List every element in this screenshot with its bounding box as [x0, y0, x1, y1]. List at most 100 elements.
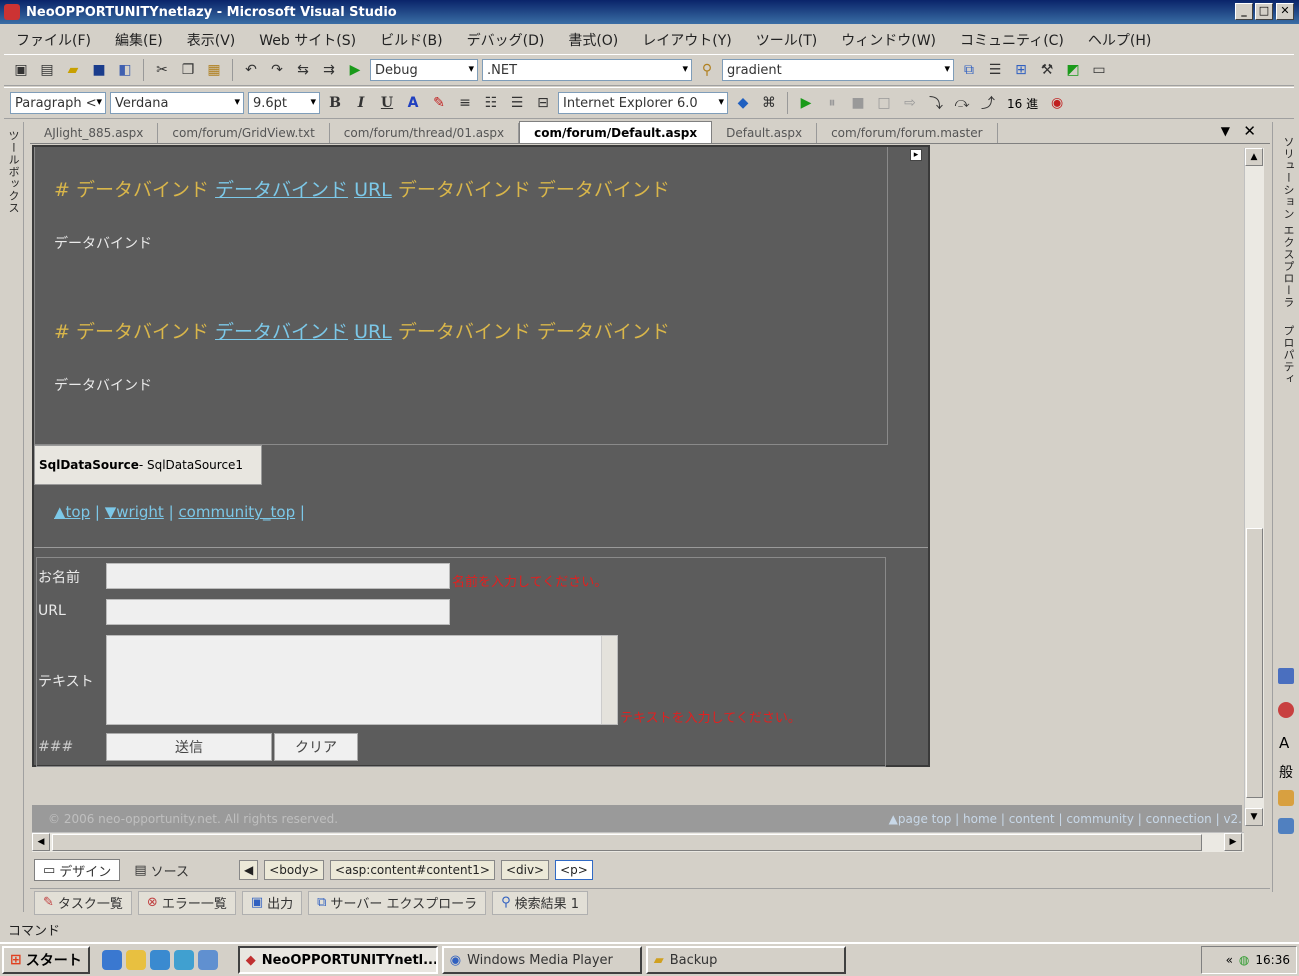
page-design-canvas[interactable]: ▸ # データバインド データバインド URL データバインド データバインド …	[32, 145, 930, 767]
toolbox-strip[interactable]: ツールボックス	[0, 122, 24, 912]
add-item-icon[interactable]: ▤	[36, 59, 58, 81]
close-tab-icon[interactable]: ✕	[1243, 122, 1256, 140]
scroll-up-icon[interactable]: ▲	[1245, 148, 1263, 166]
continue-icon[interactable]: ▶	[795, 92, 817, 114]
show-next-icon[interactable]: ⇨	[899, 92, 921, 114]
url-input[interactable]	[106, 599, 450, 625]
tab-ajlight[interactable]: AJlight_885.aspx	[30, 123, 159, 143]
menu-community[interactable]: コミュニティ(C)	[950, 30, 1074, 50]
nav-top-link[interactable]: ▲top	[54, 503, 90, 521]
ie-icon[interactable]	[101, 950, 122, 970]
nav-community-link[interactable]: community_top	[178, 503, 295, 521]
bold-icon[interactable]: B	[324, 92, 346, 114]
hex-display-label[interactable]: 16 進	[1003, 95, 1042, 112]
close-button[interactable]: ✕	[1276, 3, 1294, 20]
step-out-icon[interactable]: ⤴	[977, 92, 999, 114]
textarea-scrollbar[interactable]	[601, 636, 617, 724]
error-list-tab[interactable]: ⊗ エラー一覧	[137, 890, 236, 915]
copy-icon[interactable]: ❐	[177, 59, 199, 81]
name-input[interactable]	[106, 563, 450, 589]
restart-icon[interactable]: □	[873, 92, 895, 114]
menu-edit[interactable]: 編集(E)	[105, 30, 173, 50]
headline-url-link[interactable]: URL	[354, 321, 392, 343]
italic-icon[interactable]: I	[350, 92, 372, 114]
tab-gridview[interactable]: com/forum/GridView.txt	[158, 123, 330, 143]
menu-tools[interactable]: ツール(T)	[746, 30, 827, 50]
tab-default[interactable]: Default.aspx	[712, 123, 818, 143]
undo-icon[interactable]: ↶	[240, 59, 262, 81]
properties-tab[interactable]: プロパティ	[1280, 325, 1296, 385]
menu-format[interactable]: 書式(O)	[558, 30, 628, 50]
resource-view-icon[interactable]: A	[1279, 734, 1289, 752]
maximize-button[interactable]: □	[1255, 3, 1273, 20]
minimize-button[interactable]: _	[1235, 3, 1253, 20]
nav-wright-link[interactable]: ▼wright	[105, 503, 164, 521]
menu-debug[interactable]: デバッグ(D)	[457, 30, 555, 50]
step-over-icon[interactable]: ⤼	[951, 92, 973, 114]
open-file-icon[interactable]: ▰	[62, 59, 84, 81]
tab-forum-master[interactable]: com/forum/forum.master	[817, 123, 998, 143]
output-tab[interactable]: ▣ 出力	[241, 890, 303, 915]
tab-forum-default[interactable]: com/forum/Default.aspx	[519, 121, 713, 143]
font-color-icon[interactable]: A	[402, 92, 424, 114]
menu-layout[interactable]: レイアウト(Y)	[632, 30, 741, 50]
class-view-icon[interactable]	[1278, 702, 1294, 718]
paste-icon[interactable]: ▦	[203, 59, 225, 81]
numbered-list-icon[interactable]: ☰	[506, 92, 528, 114]
menu-help[interactable]: ヘルプ(H)	[1078, 30, 1161, 50]
underline-icon[interactable]: U	[376, 92, 398, 114]
toolbox-label[interactable]: ツールボックス	[5, 130, 21, 214]
clock[interactable]: 16:36	[1255, 953, 1290, 967]
menu-file[interactable]: ファイル(F)	[6, 30, 101, 50]
footer-links[interactable]: ▲page top | home | content | community |…	[889, 812, 1242, 826]
menu-window[interactable]: ウィンドウ(W)	[831, 30, 946, 50]
save-icon[interactable]: ■	[88, 59, 110, 81]
source-view-tab[interactable]: ▤ ソース	[126, 859, 197, 881]
style-icon[interactable]: ◆	[732, 92, 754, 114]
menu-view[interactable]: 表示(V)	[177, 30, 246, 50]
start-button[interactable]: ⊞ スタート	[2, 946, 90, 974]
start-page-icon[interactable]: ◩	[1062, 59, 1084, 81]
macro-explorer-icon[interactable]: 般	[1279, 762, 1293, 782]
headline-link[interactable]: データバインド	[215, 321, 348, 343]
save-all-icon[interactable]: ◧	[114, 59, 136, 81]
taskbar-visual-studio[interactable]: ◆ NeoOPPORTUNITYnetl...	[237, 946, 438, 974]
server-explorer-tab[interactable]: ⧉ サーバー エクスプローラ	[308, 890, 487, 915]
align-icon[interactable]: ≡	[454, 92, 476, 114]
breakpoint-icon[interactable]: ◉	[1046, 92, 1068, 114]
headline-link[interactable]: データバインド	[215, 179, 348, 201]
target-browser-select[interactable]: Internet Explorer 6.0	[558, 92, 728, 114]
taskbar-backup[interactable]: ▰ Backup	[645, 946, 846, 974]
network-icon[interactable]	[149, 950, 170, 970]
configuration-select[interactable]: Debug	[370, 59, 478, 81]
headline-url-link[interactable]: URL	[354, 179, 392, 201]
folder-icon[interactable]	[125, 950, 146, 970]
media-icon[interactable]	[197, 950, 218, 970]
horizontal-scrollbar[interactable]: ◀ ▶	[32, 832, 1244, 852]
scroll-left-icon[interactable]: ◀	[32, 833, 50, 851]
bookmark-icon[interactable]	[1278, 790, 1294, 806]
design-view-tab[interactable]: ▭ デザイン	[34, 859, 121, 881]
solution-explorer-tab[interactable]: ソリューション エクスプローラ	[1280, 136, 1296, 309]
step-into-icon[interactable]: ⤵	[925, 92, 947, 114]
text-area[interactable]	[106, 635, 618, 725]
tab-thread[interactable]: com/forum/thread/01.aspx	[330, 123, 520, 143]
layout-icon[interactable]: ▭	[1088, 59, 1110, 81]
platform-select[interactable]: .NET	[482, 59, 692, 81]
new-project-icon[interactable]: ▣	[10, 59, 32, 81]
stop-icon[interactable]: ■	[847, 92, 869, 114]
toolbox-icon[interactable]: ⚒	[1036, 59, 1058, 81]
horizontal-scroll-thumb[interactable]	[52, 834, 1202, 851]
server-explorer-icon[interactable]	[1278, 668, 1294, 684]
block-format-select[interactable]: Paragraph <	[10, 92, 106, 114]
breadcrumb-scroll-left[interactable]: ◀	[238, 860, 259, 880]
document-outline-icon[interactable]	[1278, 818, 1294, 834]
taskbar-media-player[interactable]: ◉ Windows Media Player	[441, 946, 642, 974]
find-icon[interactable]: ⚲	[696, 59, 718, 81]
desktop-icon[interactable]	[173, 950, 194, 970]
highlight-icon[interactable]: ✎	[428, 92, 450, 114]
cut-icon[interactable]: ✂	[151, 59, 173, 81]
solution-explorer-icon[interactable]: ⧉	[958, 59, 980, 81]
breadcrumb-div[interactable]: <div>	[500, 860, 550, 880]
redo-icon[interactable]: ↷	[266, 59, 288, 81]
